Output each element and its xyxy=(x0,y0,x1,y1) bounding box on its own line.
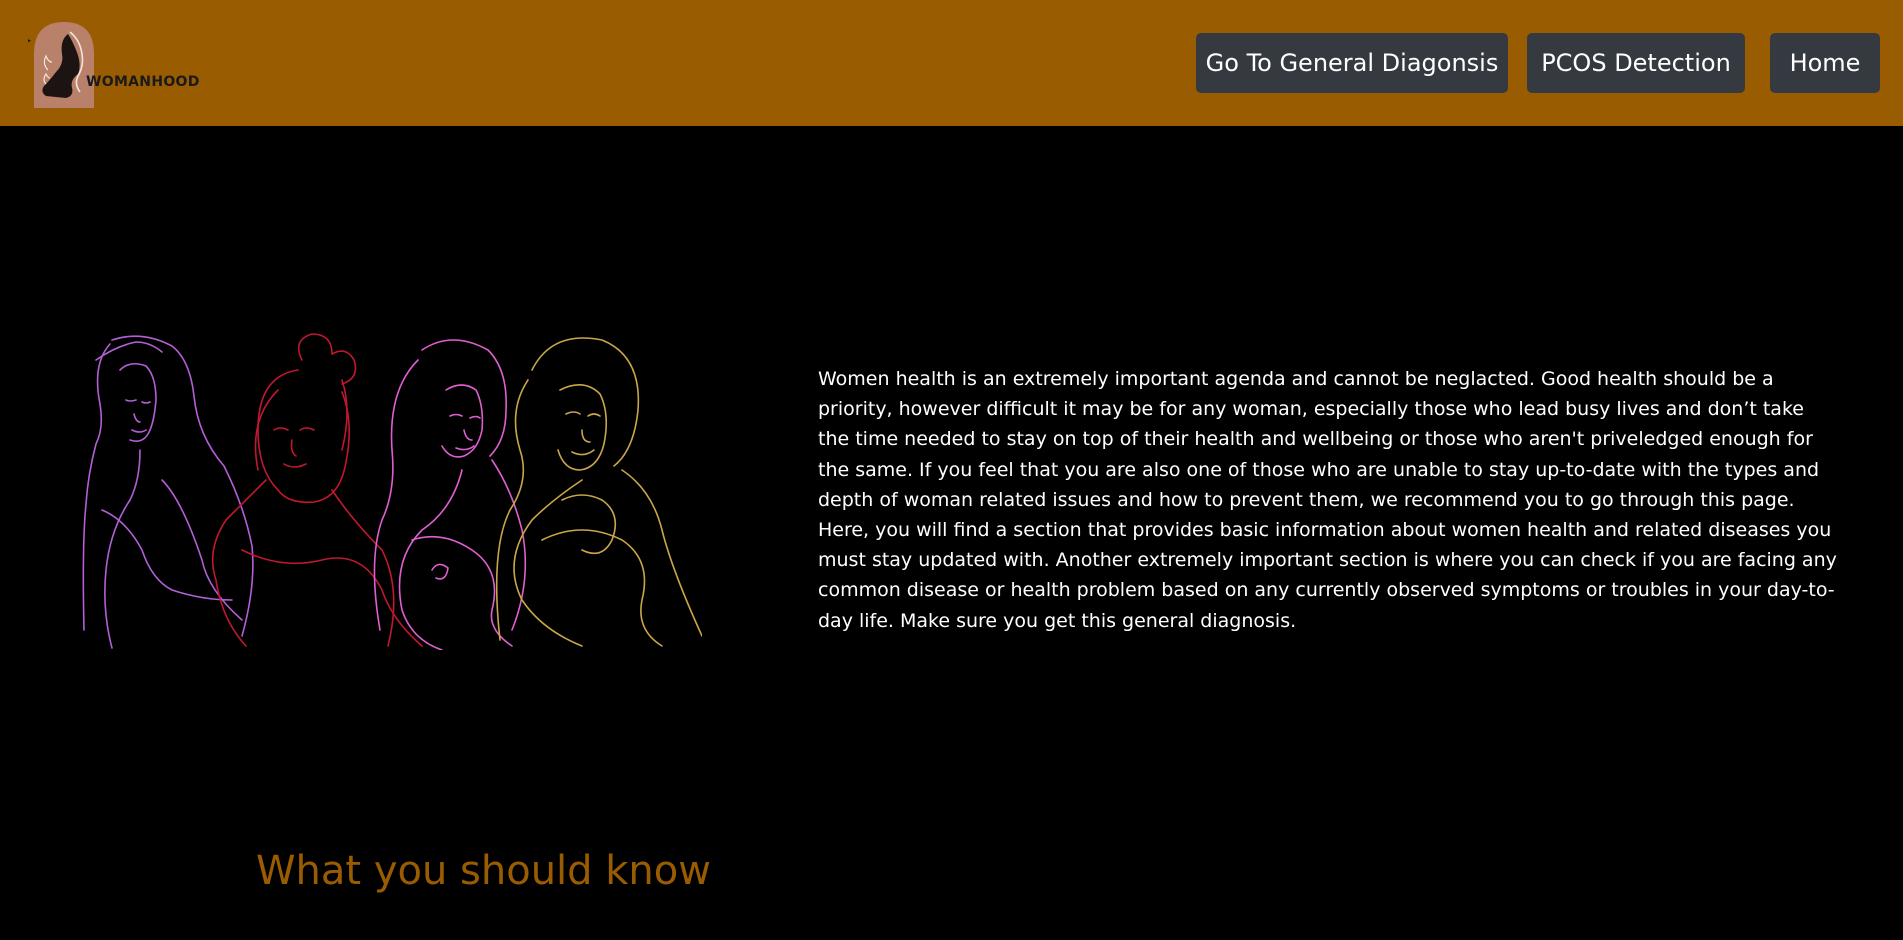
section-heading: What you should know xyxy=(256,848,711,894)
general-diagnosis-button[interactable]: Go To General Diagonsis xyxy=(1196,33,1508,93)
pcos-detection-button[interactable]: PCOS Detection xyxy=(1527,33,1745,93)
women-line-art-illustration xyxy=(62,330,703,651)
purple-woman-outline-icon xyxy=(82,335,254,649)
brand-logo[interactable]: WOMANHOOD xyxy=(20,18,210,114)
pink-woman-outline-icon xyxy=(373,339,527,651)
gold-woman-outline-icon xyxy=(495,337,703,647)
navbar: WOMANHOOD Go To General Diagonsis PCOS D… xyxy=(0,0,1903,126)
brand-name: WOMANHOOD xyxy=(86,74,200,90)
home-button[interactable]: Home xyxy=(1770,33,1880,93)
intro-paragraph: Women health is an extremely important a… xyxy=(818,368,1837,632)
woman-silhouette-logo-icon xyxy=(28,22,94,108)
